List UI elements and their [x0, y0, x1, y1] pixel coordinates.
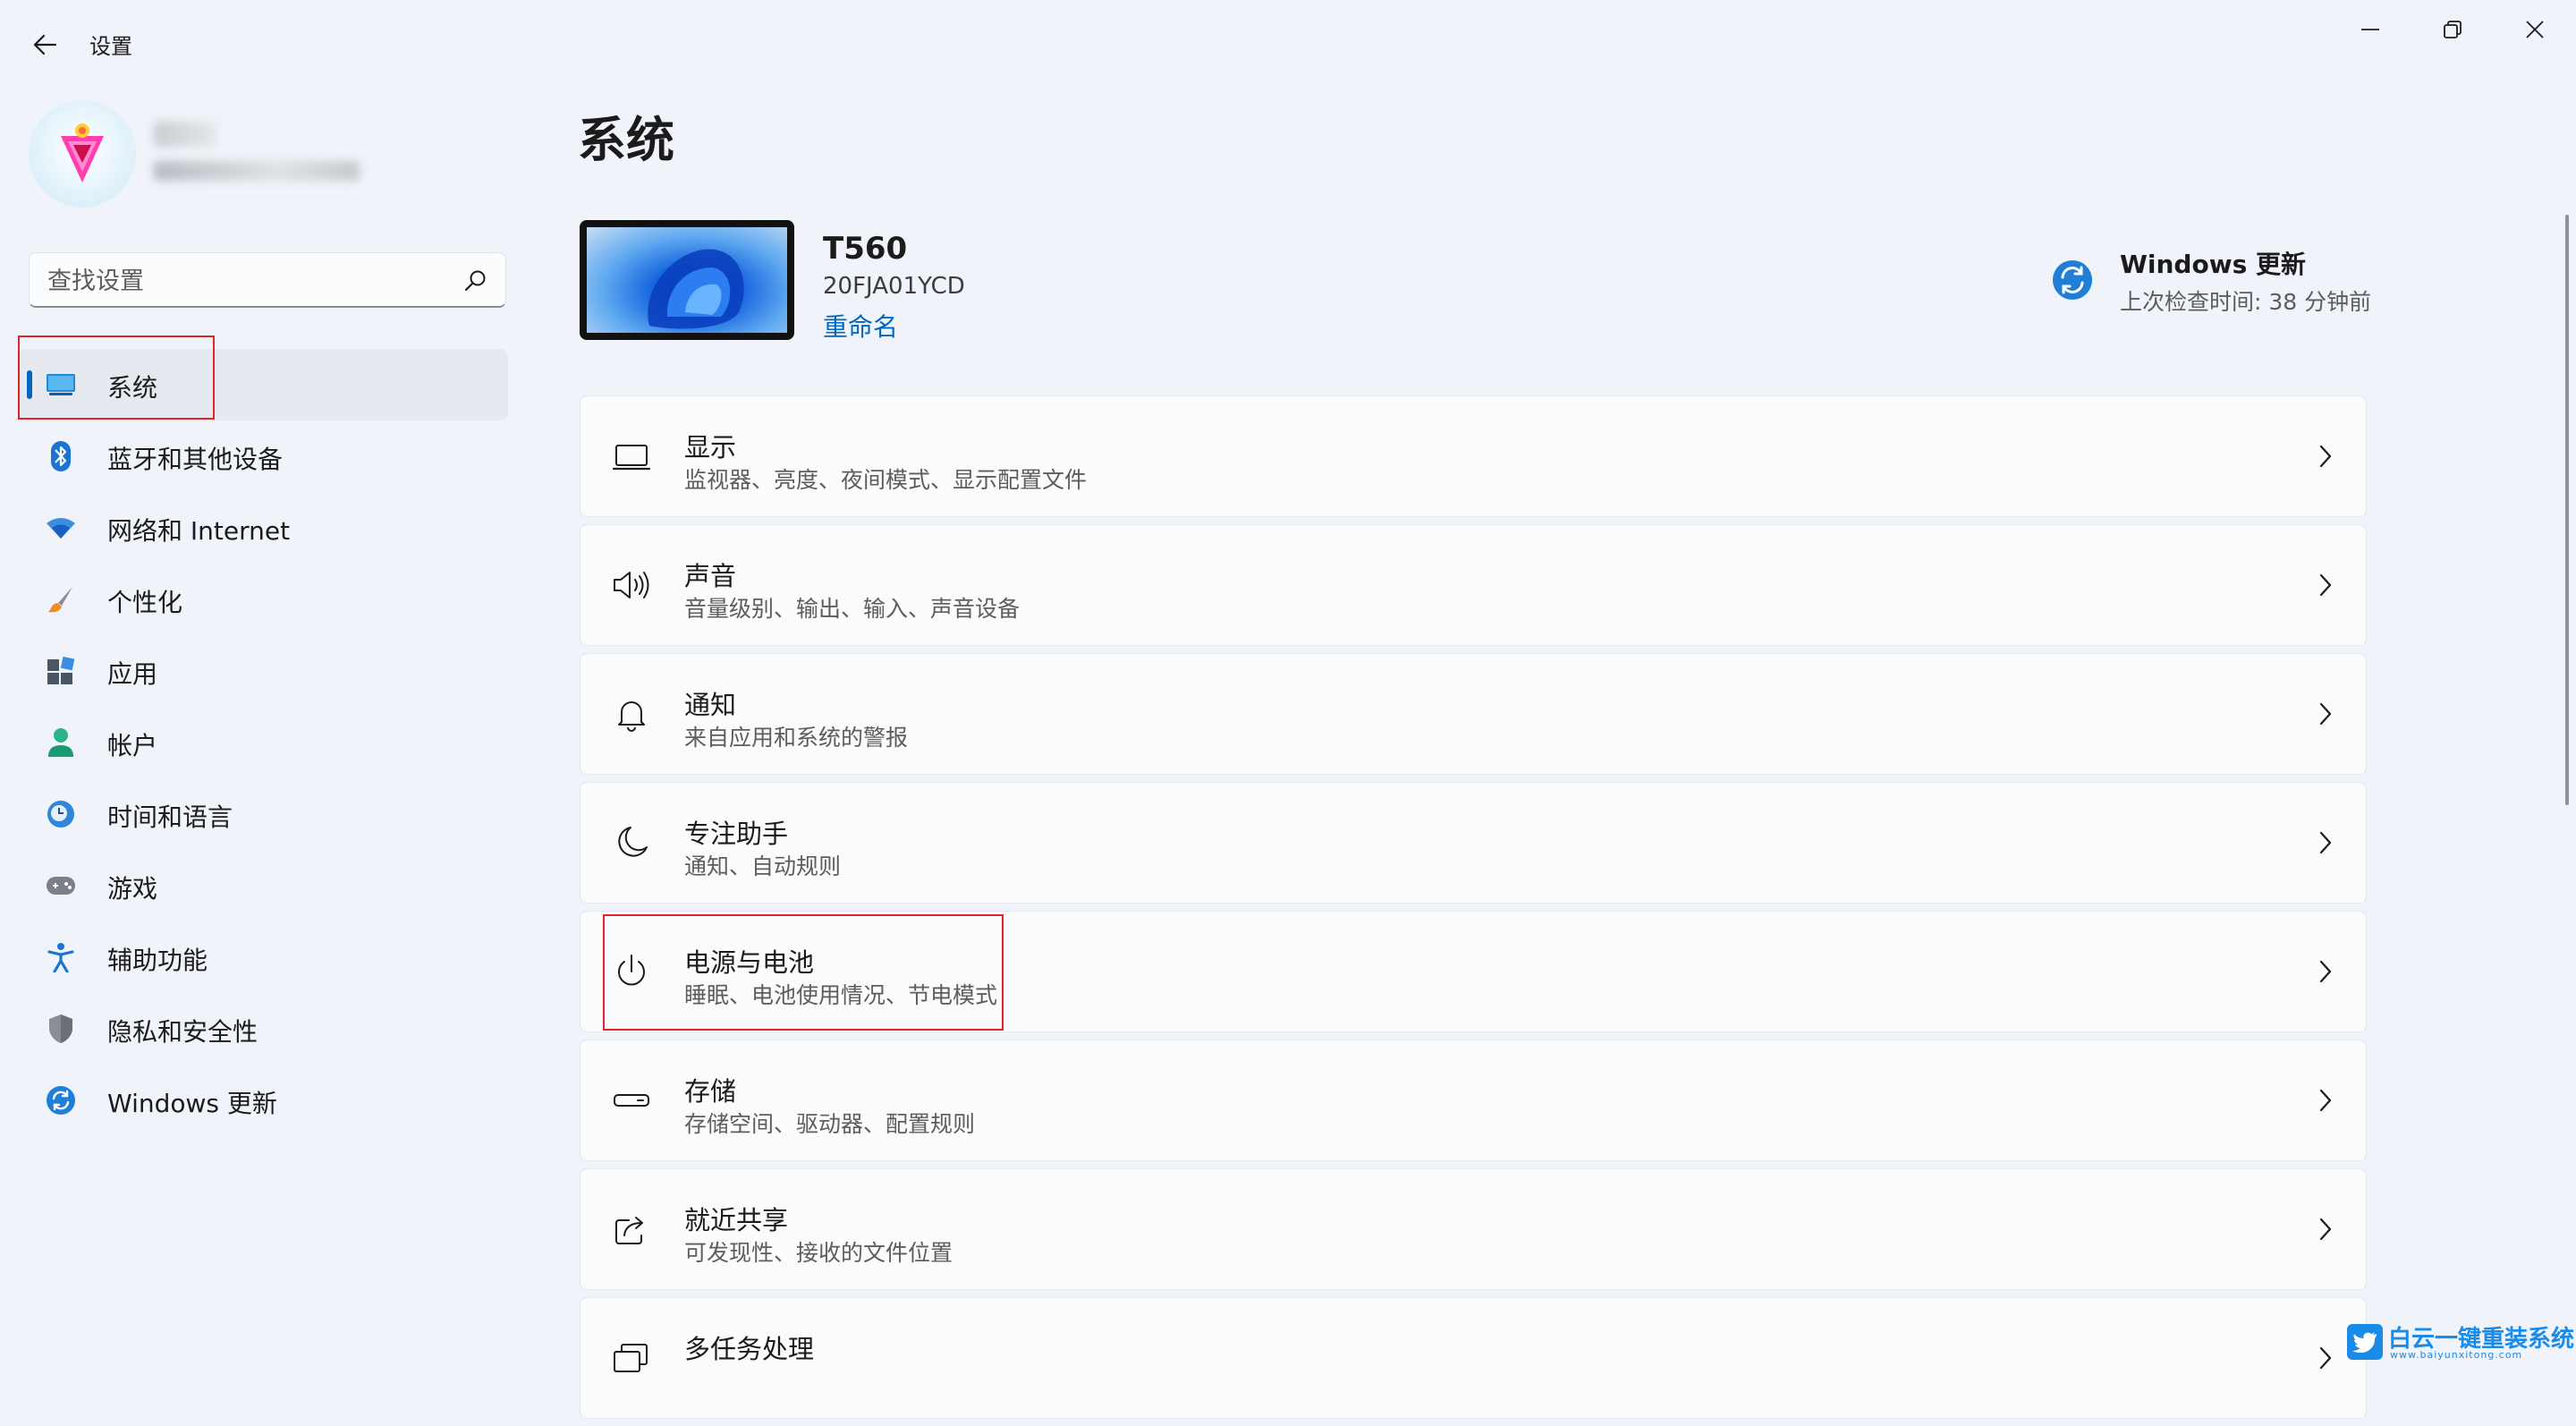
sidebar-item-windows-update[interactable]: Windows 更新 — [18, 1065, 508, 1136]
minimize-icon — [2361, 29, 2379, 30]
sidebar-item-time-language[interactable]: 时间和语言 — [18, 778, 508, 850]
shield-icon — [49, 1014, 72, 1043]
twitter-bird-icon — [2347, 1324, 2383, 1360]
chevron-right-icon — [2319, 1089, 2332, 1112]
search-icon[interactable] — [462, 267, 489, 294]
settings-card-list: 显示 监视器、亮度、夜间模式、显示配置文件 声音 音量级别、输出、输入、声音设备… — [580, 395, 2367, 1426]
card-subtitle: 音量级别、输出、输入、声音设备 — [684, 596, 1021, 622]
card-subtitle: 可发现性、接收的文件位置 — [684, 1240, 953, 1266]
chevron-right-icon — [2319, 831, 2332, 854]
watermark: 白云一键重装系统 www.baiyunxitong.com — [2347, 1320, 2574, 1365]
chevron-right-icon — [2319, 1218, 2332, 1241]
user-name-redacted — [154, 122, 216, 147]
avatar[interactable] — [29, 100, 136, 208]
sidebar-item-bluetooth[interactable]: 蓝牙和其他设备 — [18, 420, 508, 492]
close-button[interactable] — [2496, 4, 2574, 55]
sidebar-item-personalization[interactable]: 个性化 — [18, 564, 508, 635]
back-button[interactable] — [20, 20, 70, 70]
chevron-right-icon — [2319, 702, 2332, 726]
search-input[interactable] — [46, 264, 443, 298]
apps-icon — [47, 657, 75, 684]
card-multitasking[interactable]: 多任务处理 — [580, 1297, 2367, 1419]
sidebar-item-label: 帐户 — [107, 731, 158, 760]
avatar-logo-icon — [61, 123, 104, 182]
chevron-right-icon — [2319, 1346, 2332, 1370]
title-bar: 设置 — [0, 0, 2576, 86]
rename-link[interactable]: 重命名 — [823, 308, 898, 344]
share-icon — [615, 1217, 643, 1244]
sidebar-item-accounts[interactable]: 帐户 — [18, 707, 508, 778]
restore-icon — [2444, 21, 2462, 38]
highlight-box-power-battery — [603, 914, 1004, 1031]
sidebar-item-label: 应用 — [107, 659, 158, 689]
card-title: 多任务处理 — [684, 1334, 815, 1364]
sidebar-item-network[interactable]: 网络和 Internet — [18, 492, 508, 564]
accessibility-icon — [47, 943, 74, 972]
wifi-icon — [47, 518, 75, 539]
windows-update-title[interactable]: Windows 更新 — [2120, 245, 2306, 281]
sidebar-item-label: 个性化 — [107, 588, 183, 617]
card-subtitle: 存储空间、驱动器、配置规则 — [684, 1111, 976, 1137]
chevron-right-icon — [2319, 445, 2332, 468]
card-notifications[interactable]: 通知 来自应用和系统的警报 — [580, 653, 2367, 775]
multitask-icon — [614, 1344, 648, 1372]
watermark-url: www.baiyunxitong.com — [2390, 1349, 2523, 1361]
sidebar-item-apps[interactable]: 应用 — [18, 635, 508, 707]
person-icon — [48, 728, 73, 757]
card-sound[interactable]: 声音 音量级别、输出、输入、声音设备 — [580, 524, 2367, 646]
maximize-button[interactable] — [2413, 4, 2492, 55]
sidebar-item-label: 网络和 Internet — [107, 516, 291, 546]
sidebar-nav: 系统 蓝牙和其他设备 网络和 Internet 个性化 应用 帐户 时间和语言 … — [18, 349, 508, 1136]
bell-icon — [618, 701, 645, 732]
card-title: 显示 — [684, 432, 737, 463]
card-nearby-sharing[interactable]: 就近共享 可发现性、接收的文件位置 — [580, 1168, 2367, 1290]
sidebar-item-label: 隐私和安全性 — [107, 1017, 258, 1047]
device-model: 20FJA01YCD — [823, 273, 965, 300]
sidebar-item-label: 时间和语言 — [107, 802, 233, 832]
device-name: T560 — [823, 231, 908, 267]
card-display[interactable]: 显示 监视器、亮度、夜间模式、显示配置文件 — [580, 395, 2367, 517]
minimize-button[interactable] — [2331, 4, 2410, 55]
card-focus-assist[interactable]: 专注助手 通知、自动规则 — [580, 782, 2367, 904]
vertical-scrollbar[interactable] — [2565, 215, 2569, 805]
sidebar-item-label: 蓝牙和其他设备 — [107, 445, 284, 474]
search-box[interactable] — [29, 252, 506, 308]
laptop-icon — [612, 445, 651, 471]
speaker-icon — [614, 572, 649, 598]
card-storage[interactable]: 存储 存储空间、驱动器、配置规则 — [580, 1040, 2367, 1161]
sync-icon[interactable] — [2050, 258, 2095, 302]
clock-globe-icon — [47, 801, 74, 828]
app-title: 设置 — [89, 34, 132, 59]
chevron-right-icon — [2319, 960, 2332, 983]
sidebar-item-gaming[interactable]: 游戏 — [18, 850, 508, 921]
windows-bloom-wallpaper-icon — [648, 249, 744, 329]
moon-icon — [618, 827, 648, 857]
sidebar-item-label: Windows 更新 — [107, 1089, 277, 1118]
card-title: 存储 — [684, 1076, 737, 1107]
sync-icon — [47, 1086, 75, 1115]
sidebar-item-label: 辅助功能 — [107, 946, 208, 975]
card-subtitle: 来自应用和系统的警报 — [684, 725, 909, 751]
windows-update-last-checked: 上次检查时间: 38 分钟前 — [2120, 289, 2372, 315]
back-arrow-icon — [33, 34, 57, 55]
sidebar-item-privacy-security[interactable]: 隐私和安全性 — [18, 993, 508, 1065]
storage-drive-icon — [614, 1094, 649, 1107]
page-title: 系统 — [578, 112, 674, 168]
close-icon — [2526, 21, 2544, 38]
card-subtitle: 监视器、亮度、夜间模式、显示配置文件 — [684, 467, 1088, 493]
gamepad-icon — [47, 877, 75, 895]
brush-icon — [48, 587, 72, 613]
card-title: 声音 — [684, 561, 737, 591]
device-image — [580, 220, 794, 340]
card-title: 专注助手 — [684, 819, 789, 849]
card-subtitle: 通知、自动规则 — [684, 853, 842, 879]
sidebar-item-accessibility[interactable]: 辅助功能 — [18, 921, 508, 993]
card-title: 通知 — [684, 690, 737, 720]
card-title: 就近共享 — [684, 1205, 789, 1235]
user-email-redacted — [154, 161, 360, 181]
highlight-box-system — [18, 335, 215, 420]
chevron-right-icon — [2319, 573, 2332, 597]
sidebar-item-label: 游戏 — [107, 874, 158, 904]
bluetooth-icon — [51, 441, 71, 471]
